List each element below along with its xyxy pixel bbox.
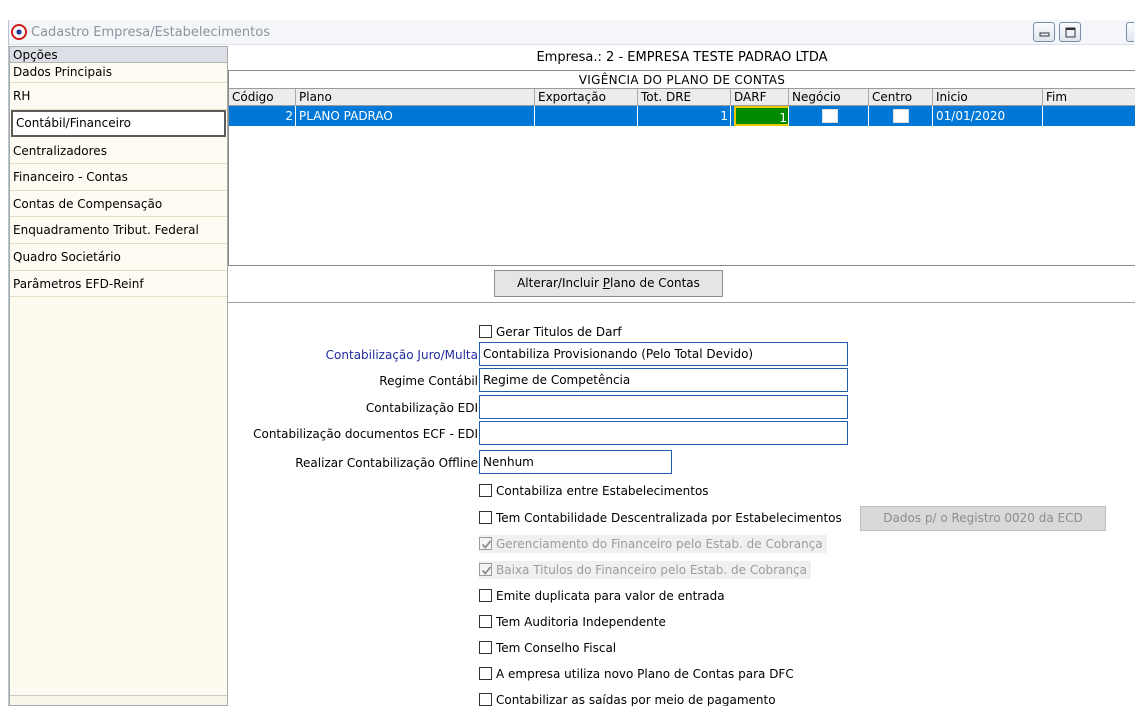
cell-exportacao[interactable] [535,106,638,126]
alterar-plano-label-a: Alterar/Incluir [517,276,603,290]
grid-title: VIGÊNCIA DO PLANO DE CONTAS [229,71,1135,89]
contabiliza-entre-estab-checkbox[interactable]: Contabiliza entre Estabelecimentos [479,482,709,500]
maximize-icon [1065,27,1076,38]
col-header-fim[interactable]: Fim [1043,89,1135,106]
col-header-codigo[interactable]: Código [229,89,296,106]
checkbox-label: Baixa Titulos do Financeiro pelo Estab. … [496,563,808,577]
checkbox-label: Contabilizar as saídas por meio de pagam… [496,693,776,706]
checkbox-box[interactable] [479,537,492,550]
sidebar-item-dados-principais[interactable]: Dados Principais [10,63,227,83]
checkbox-box[interactable] [479,484,492,497]
col-header-negocio[interactable]: Negócio [789,89,869,106]
col-header-inicio[interactable]: Inicio [933,89,1043,106]
sidebar-item-centralizadores[interactable]: Centralizadores [10,137,227,165]
cell-darf[interactable]: 1 [734,106,789,126]
table-row[interactable]: 2 PLANO PADRAO 1 1 01/01/2020 [229,106,1135,126]
conselho-fiscal-checkbox[interactable]: Tem Conselho Fiscal [479,639,616,657]
checkbox-box[interactable] [479,511,492,524]
checkbox-box[interactable] [479,615,492,628]
checkmark-icon [481,566,492,575]
alterar-plano-mnemonic: P [602,276,610,290]
checkbox-box[interactable] [479,641,492,654]
checkbox-box[interactable] [479,667,492,680]
checkbox-label: Tem Auditoria Independente [496,615,666,629]
negocio-checkbox[interactable] [822,109,838,123]
regime-contabil-field[interactable]: Regime de Competência [479,368,848,392]
cell-inicio[interactable]: 01/01/2020 [933,106,1043,126]
separator [228,302,1135,304]
sidebar-item-financeiro-contas[interactable]: Financeiro - Contas [10,164,227,191]
col-header-centro[interactable]: Centro [869,89,933,106]
close-button[interactable] [1126,22,1134,42]
sidebar-item-contas-compensacao[interactable]: Contas de Compensação [10,190,227,218]
title-bar: Cadastro Empresa/Estabelecimentos [9,20,1135,45]
checkbox-label: A empresa utiliza novo Plano de Contas p… [496,667,794,681]
dados-ecd-button[interactable]: Dados p/ o Registro 0020 da ECD [860,506,1106,531]
gerar-titulos-darf-checkbox[interactable]: Gerar Titulos de Darf [479,323,622,341]
checkbox-label: Contabiliza entre Estabelecimentos [496,484,709,498]
contab-offline-field[interactable]: Nenhum [479,450,672,474]
gerar-titulos-darf-label: Gerar Titulos de Darf [496,325,622,339]
checkbox-box[interactable] [479,589,492,602]
contab-edi-label: Contabilização EDI [365,401,478,415]
contab-edi-field[interactable] [479,395,848,419]
sidebar-header: Opções [10,47,227,63]
col-header-plano[interactable]: Plano [296,89,535,106]
checkbox-box[interactable] [479,563,492,576]
contab-juro-multa-label: Contabilização Juro/Multa [325,348,478,362]
minimize-icon [1039,32,1050,37]
checkbox-label: Tem Contabilidade Descentralizada por Es… [496,511,842,525]
cell-fim[interactable] [1043,106,1135,126]
main-panel: Empresa.: 2 - EMPRESA TESTE PADRAO LTDA … [228,46,1135,706]
alterar-plano-button[interactable]: Alterar/Incluir Plano de Contas [494,270,723,297]
app-icon [11,24,27,40]
plano-contas-grid: VIGÊNCIA DO PLANO DE CONTAS Código Plano… [228,70,1135,266]
grid-header: Código Plano Exportação Tot. DRE DARF Ne… [229,89,1135,106]
cell-tot-dre[interactable]: 1 [638,106,731,126]
contabilizar-saidas-checkbox[interactable]: Contabilizar as saídas por meio de pagam… [479,691,776,706]
sidebar-item-contabil-financeiro[interactable]: Contábil/Financeiro [11,109,226,137]
cell-codigo[interactable]: 2 [229,106,296,126]
auditoria-independente-checkbox[interactable]: Tem Auditoria Independente [479,613,666,631]
contab-offline-label: Realizar Contabilização Offline [295,456,478,470]
centro-checkbox[interactable] [893,109,909,123]
col-header-tot-dre[interactable]: Tot. DRE [638,89,731,106]
minimize-button[interactable] [1033,22,1055,42]
baixa-titulos-checkbox[interactable]: Baixa Titulos do Financeiro pelo Estab. … [479,561,812,579]
checkmark-icon [481,540,492,549]
col-header-exportacao[interactable]: Exportação [535,89,638,106]
sidebar-item-rh[interactable]: RH [10,83,227,110]
window-title: Cadastro Empresa/Estabelecimentos [31,25,270,40]
contab-juro-multa-field[interactable]: Contabiliza Provisionando (Pelo Total De… [479,342,848,366]
sidebar-item-quadro-societario[interactable]: Quadro Societário [10,243,227,271]
contab-descentralizada-checkbox[interactable]: Tem Contabilidade Descentralizada por Es… [479,509,842,527]
novo-plano-dfc-checkbox[interactable]: A empresa utiliza novo Plano de Contas p… [479,665,794,683]
checkbox-label: Emite duplicata para valor de entrada [496,589,725,603]
checkbox-label: Tem Conselho Fiscal [496,641,617,655]
maximize-button[interactable] [1059,22,1081,42]
contab-ecf-edi-field[interactable] [479,421,848,445]
regime-contabil-label: Regime Contábil [379,374,478,388]
contab-ecf-edi-label: Contabilização documentos ECF - EDI [253,427,478,441]
col-header-darf[interactable]: DARF [731,89,789,106]
checkbox-label: Gerenciamento do Financeiro pelo Estab. … [496,537,823,551]
alterar-plano-label-b: lano de Contas [610,276,700,290]
sidebar-footer [10,695,227,705]
sidebar-item-efd-reinf[interactable]: Parâmetros EFD-Reinf [10,270,227,298]
checkbox-box[interactable] [479,693,492,706]
sidebar-item-enquadramento[interactable]: Enquadramento Tribut. Federal [10,217,227,244]
gerenciamento-financeiro-checkbox[interactable]: Gerenciamento do Financeiro pelo Estab. … [479,535,827,553]
emite-duplicata-checkbox[interactable]: Emite duplicata para valor de entrada [479,587,725,605]
cell-plano[interactable]: PLANO PADRAO [296,106,535,126]
main-window: Cadastro Empresa/Estabelecimentos Opções… [8,20,1135,706]
empresa-label: Empresa.: 2 - EMPRESA TESTE PADRAO LTDA [536,50,828,65]
checkbox-box[interactable] [479,325,492,338]
options-sidebar: Opções Dados Principais RH Contábil/Fina… [9,46,228,706]
